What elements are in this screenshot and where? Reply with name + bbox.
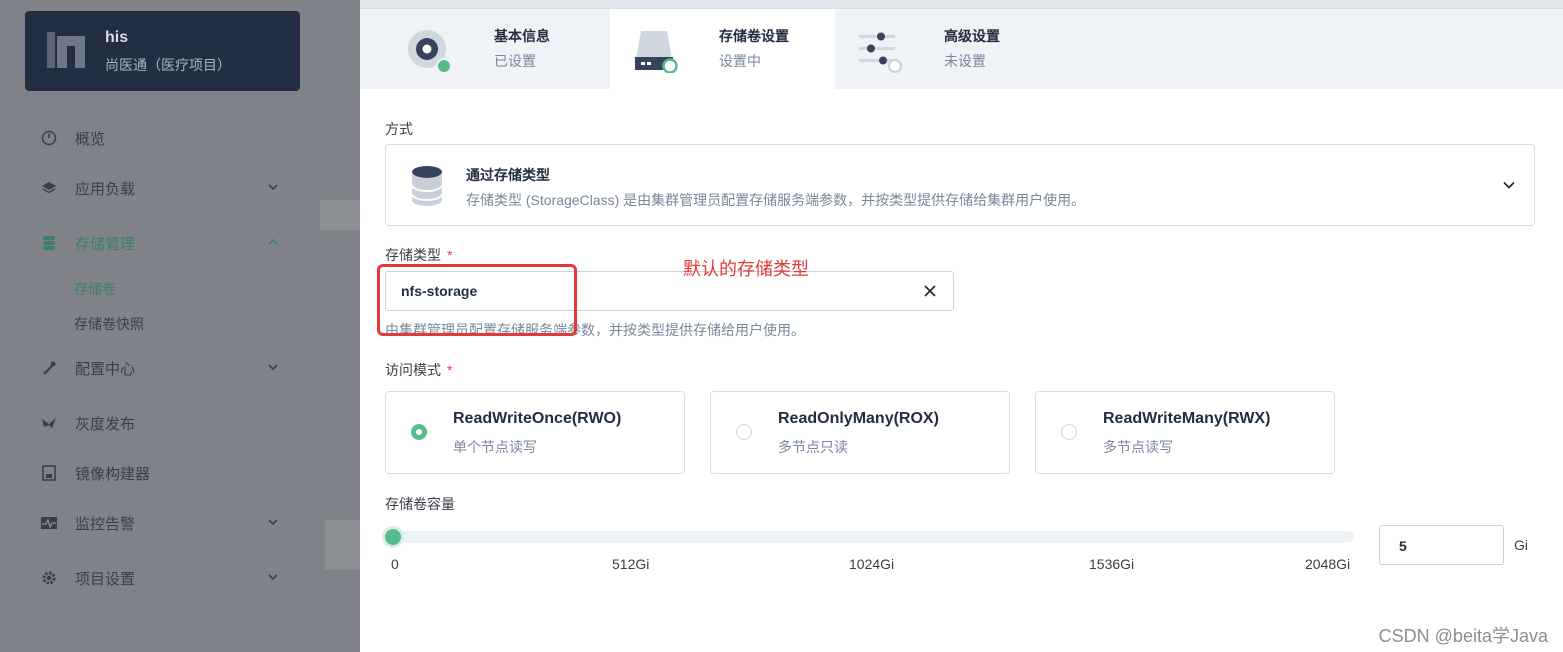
- sidebar-item-label: 概览: [75, 130, 106, 148]
- step-title: 高级设置: [944, 28, 1000, 44]
- annotation-text: 默认的存储类型: [683, 259, 809, 279]
- required-mark: *: [447, 247, 453, 263]
- project-subtitle: 尚医通（医疗项目）: [105, 57, 231, 73]
- sidebar-item-storage[interactable]: 存储管理: [40, 231, 290, 255]
- panel-top-border: [360, 0, 1563, 9]
- layers-icon: [40, 179, 58, 197]
- sidebar-item-label: 镜像构建器: [75, 465, 151, 483]
- image-builder-icon: [40, 464, 58, 482]
- database-icon: [411, 166, 443, 206]
- watermark: CSDN @beita学Java: [1378, 626, 1548, 646]
- database-icon: [40, 234, 58, 252]
- sidebar-item-label: 应用负载: [75, 180, 136, 198]
- access-mode-rwo[interactable]: ReadWriteOnce(RWO) 单个节点读写: [385, 391, 685, 474]
- sidebar: his 尚医通（医疗项目） 概览 应用负载 存储管理 存储卷 存储卷快照 配置中…: [0, 0, 360, 652]
- background-panel: [325, 520, 360, 570]
- chevron-down-icon: [268, 519, 278, 526]
- access-mode-desc: 单个节点读写: [453, 439, 537, 455]
- capacity-input[interactable]: 5: [1379, 525, 1504, 565]
- access-mode-rox[interactable]: ReadOnlyMany(ROX) 多节点只读: [710, 391, 1010, 474]
- sidebar-item-label: 项目设置: [75, 570, 136, 588]
- annotation-highlight-box: [377, 264, 577, 336]
- access-mode-title: ReadWriteMany(RWX): [1103, 410, 1271, 427]
- disc-icon: [408, 30, 452, 73]
- create-volume-panel: 基本信息 已设置 存储卷设置 设置中 高级设置 未设置 方式 通过存储类型 存储…: [360, 0, 1563, 652]
- sidebar-item-workloads[interactable]: 应用负载: [40, 176, 290, 200]
- radio-unselected[interactable]: [1061, 424, 1077, 440]
- sidebar-item-label: 灰度发布: [75, 415, 136, 433]
- sidebar-item-config-center[interactable]: 配置中心: [40, 356, 290, 380]
- capacity-label: 存储卷容量: [385, 496, 455, 512]
- access-mode-rwx[interactable]: ReadWriteMany(RWX) 多节点读写: [1035, 391, 1335, 474]
- access-mode-label: 访问模式 *: [385, 362, 453, 378]
- sidebar-item-label: 存储管理: [75, 235, 136, 253]
- access-mode-desc: 多节点只读: [778, 439, 848, 455]
- step-status: 已设置: [494, 53, 536, 69]
- chevron-down-icon: [268, 574, 278, 581]
- access-mode-title: ReadWriteOnce(RWO): [453, 410, 622, 427]
- sidebar-item-image-builder[interactable]: 镜像构建器: [40, 461, 290, 485]
- sidebar-item-monitoring[interactable]: 监控告警: [40, 511, 290, 535]
- dashboard-icon: [40, 129, 58, 147]
- project-card[interactable]: his 尚医通（医疗项目）: [25, 11, 300, 91]
- slider-tick: 2048Gi: [1305, 556, 1351, 572]
- capacity-slider-handle[interactable]: [382, 526, 404, 548]
- step-title: 存储卷设置: [719, 28, 789, 44]
- chevron-down-icon: [268, 184, 278, 191]
- radio-unselected[interactable]: [736, 424, 752, 440]
- project-name: his: [105, 29, 129, 46]
- background-panel: [320, 200, 360, 230]
- method-title: 通过存储类型: [466, 167, 550, 183]
- step-volume-settings[interactable]: 存储卷设置 设置中: [610, 9, 835, 89]
- sidebar-item-label: 配置中心: [75, 360, 136, 378]
- bird-icon: [40, 414, 58, 432]
- step-basic-info[interactable]: 基本信息 已设置: [385, 9, 610, 89]
- sidebar-item-grayscale-release[interactable]: 灰度发布: [40, 411, 290, 435]
- method-select[interactable]: 通过存储类型 存储类型 (StorageClass) 是由集群管理员配置存储服务…: [385, 144, 1535, 226]
- access-mode-title: ReadOnlyMany(ROX): [778, 410, 939, 427]
- chevron-down-icon: [268, 364, 278, 371]
- step-title: 基本信息: [494, 28, 550, 44]
- project-icon: [47, 32, 85, 68]
- step-status: 未设置: [944, 53, 986, 69]
- capacity-unit: Gi: [1514, 537, 1528, 553]
- hard-drive-icon: [635, 31, 678, 73]
- method-label: 方式: [385, 121, 413, 137]
- sidebar-subitem-volume-snapshots[interactable]: 存储卷快照: [74, 314, 144, 334]
- chevron-down-icon[interactable]: [1502, 178, 1516, 192]
- capacity-slider-track[interactable]: [393, 531, 1354, 543]
- wrench-icon: [40, 359, 58, 377]
- sliders-icon: [859, 32, 902, 73]
- sidebar-item-label: 监控告警: [75, 515, 136, 533]
- slider-tick: 1024Gi: [849, 556, 895, 572]
- slider-tick: 0: [391, 556, 399, 572]
- sidebar-item-project-settings[interactable]: 项目设置: [40, 566, 290, 590]
- wizard-steps: 基本信息 已设置 存储卷设置 设置中 高级设置 未设置: [360, 9, 1563, 89]
- radio-selected[interactable]: [411, 424, 427, 440]
- sidebar-subitem-volumes[interactable]: 存储卷: [74, 279, 116, 299]
- slider-tick: 512Gi: [612, 556, 650, 572]
- step-advanced-settings[interactable]: 高级设置 未设置: [835, 9, 1060, 89]
- sidebar-item-overview[interactable]: 概览: [40, 126, 290, 150]
- gear-icon: [40, 569, 58, 587]
- close-icon[interactable]: [923, 284, 937, 298]
- capacity-value: 5: [1399, 538, 1407, 554]
- required-mark: *: [447, 362, 453, 378]
- chevron-up-icon: [268, 238, 278, 245]
- pulse-icon: [40, 514, 58, 532]
- slider-tick: 1536Gi: [1089, 556, 1135, 572]
- storage-class-label: 存储类型 *: [385, 247, 453, 263]
- step-status: 设置中: [719, 53, 761, 69]
- method-description: 存储类型 (StorageClass) 是由集群管理员配置存储服务端参数，并按类…: [466, 192, 1086, 208]
- access-mode-desc: 多节点读写: [1103, 439, 1173, 455]
